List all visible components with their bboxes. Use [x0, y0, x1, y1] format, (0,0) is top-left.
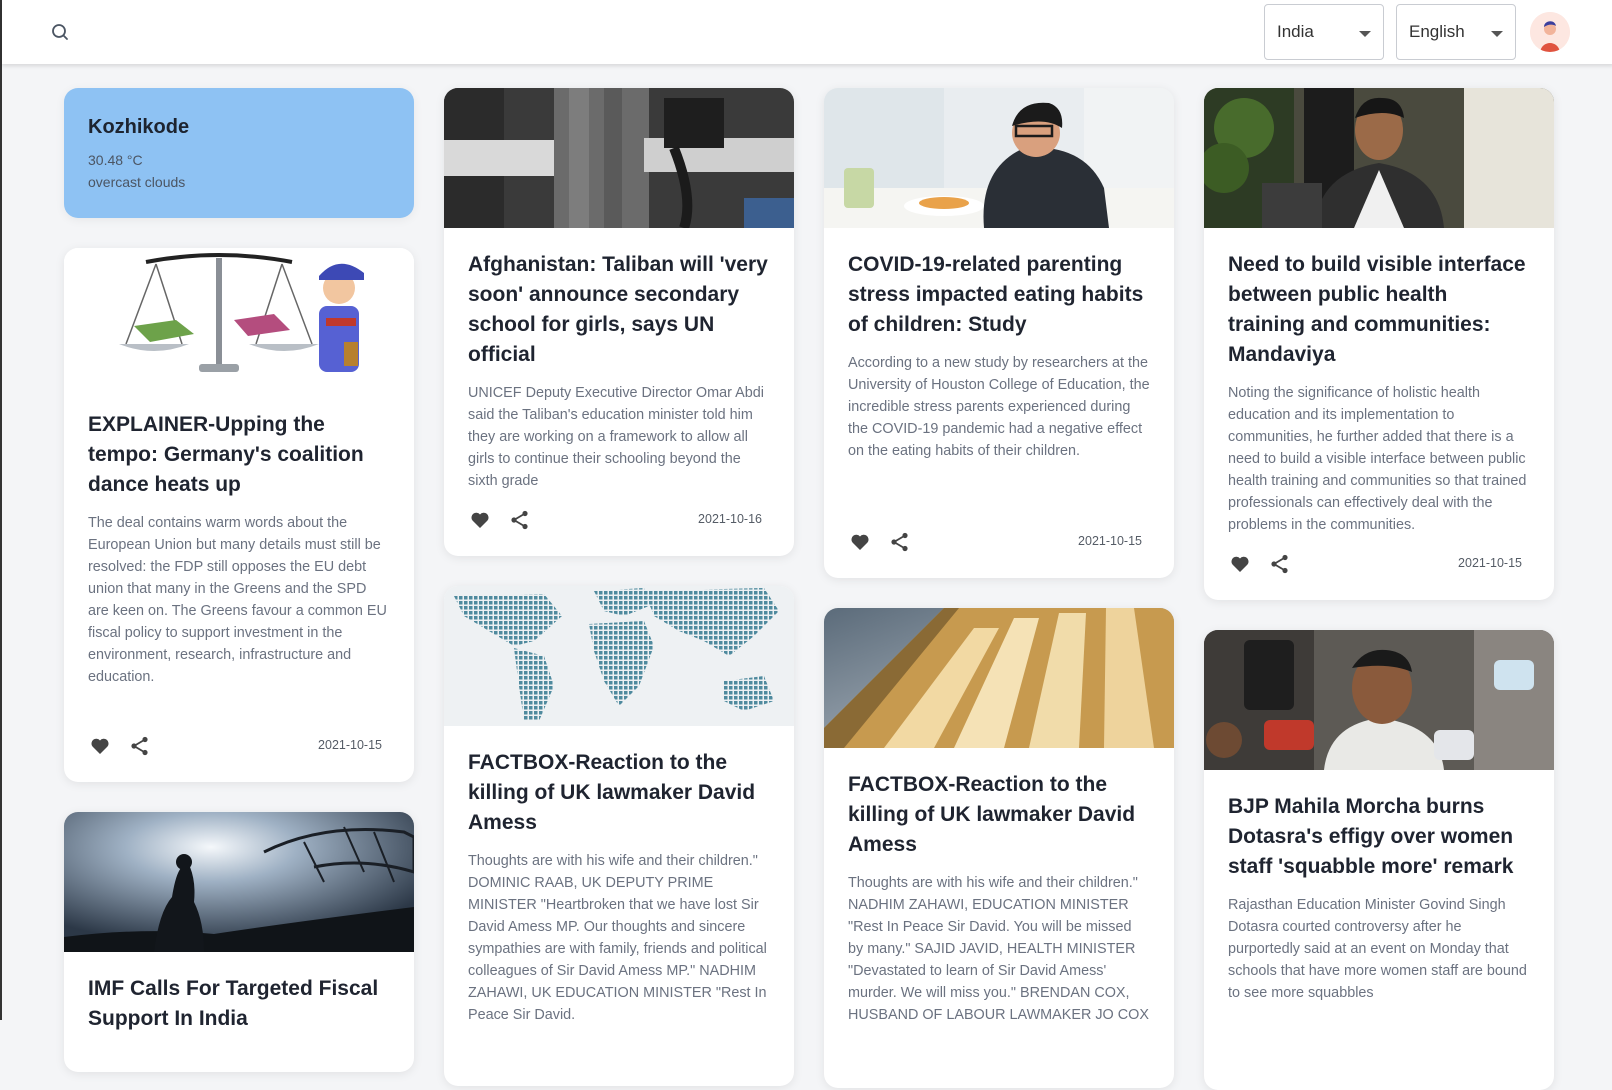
weather-description: overcast clouds [88, 174, 186, 190]
chevron-down-icon [1491, 31, 1503, 37]
article-body: Afghanistan: Taliban will 'very soon' an… [468, 250, 770, 492]
article-image [1204, 88, 1554, 228]
news-card[interactable]: EXPLAINER-Upping the tempo: Germany's co… [64, 248, 414, 782]
article-body: COVID-19-related parenting stress impact… [848, 250, 1150, 462]
article-footer: 2021-10-16 [468, 508, 762, 532]
article-image [1204, 630, 1554, 770]
heart-icon[interactable] [1228, 552, 1252, 576]
weather-city: Kozhikode [88, 116, 190, 138]
article-footer: 2021-10-15 [848, 530, 1142, 554]
article-date: 2021-10-15 [1458, 556, 1522, 570]
language-select[interactable]: English [1396, 4, 1516, 60]
article-excerpt: Rajasthan Education Minister Govind Sing… [1228, 897, 1527, 1001]
weather-temperature: 30.48 °C [88, 152, 143, 168]
news-card[interactable]: BJP Mahila Morcha burns Dotasra's effigy… [1204, 630, 1554, 1090]
country-select[interactable]: India [1264, 4, 1384, 60]
article-title[interactable]: Need to build visible interface between … [1228, 250, 1530, 370]
article-title[interactable]: IMF Calls For Targeted Fiscal Support In… [88, 974, 390, 1034]
article-image [824, 88, 1174, 228]
article-date: 2021-10-15 [318, 738, 382, 752]
article-image [444, 88, 794, 228]
article-image [824, 608, 1174, 748]
article-image [64, 248, 414, 388]
news-card[interactable]: Need to build visible interface between … [1204, 88, 1554, 600]
share-icon[interactable] [888, 530, 912, 554]
news-card[interactable]: FACTBOX-Reaction to the killing of UK la… [824, 608, 1174, 1088]
share-icon[interactable] [508, 508, 532, 532]
country-select-value: India [1277, 22, 1314, 41]
share-icon[interactable] [128, 734, 152, 758]
article-body: FACTBOX-Reaction to the killing of UK la… [848, 770, 1150, 1026]
article-date: 2021-10-15 [1078, 534, 1142, 548]
article-date: 2021-10-16 [698, 512, 762, 526]
news-card[interactable]: FACTBOX-Reaction to the killing of UK la… [444, 586, 794, 1086]
article-footer: 2021-10-15 [1228, 552, 1522, 576]
chevron-down-icon [1359, 31, 1371, 37]
article-body: IMF Calls For Targeted Fiscal Support In… [88, 974, 390, 1034]
article-body: EXPLAINER-Upping the tempo: Germany's co… [88, 410, 390, 688]
article-excerpt: According to a new study by researchers … [848, 355, 1150, 459]
article-image [444, 586, 794, 726]
article-body: FACTBOX-Reaction to the killing of UK la… [468, 748, 770, 1026]
heart-icon[interactable] [88, 734, 112, 758]
top-bar: India English [2, 0, 1612, 64]
heart-icon[interactable] [468, 508, 492, 532]
article-body: BJP Mahila Morcha burns Dotasra's effigy… [1228, 792, 1530, 1004]
news-card[interactable]: Afghanistan: Taliban will 'very soon' an… [444, 88, 794, 556]
article-title[interactable]: EXPLAINER-Upping the tempo: Germany's co… [88, 410, 390, 500]
weather-card: Kozhikode 30.48 °C overcast clouds [64, 88, 414, 218]
article-body: Need to build visible interface between … [1228, 250, 1530, 536]
article-title[interactable]: FACTBOX-Reaction to the killing of UK la… [848, 770, 1150, 860]
language-select-value: English [1409, 22, 1465, 41]
user-avatar[interactable] [1530, 12, 1570, 52]
share-icon[interactable] [1268, 552, 1292, 576]
article-title[interactable]: BJP Mahila Morcha burns Dotasra's effigy… [1228, 792, 1530, 882]
news-card[interactable]: COVID-19-related parenting stress impact… [824, 88, 1174, 578]
article-footer: 2021-10-15 [88, 734, 382, 758]
article-title[interactable]: Afghanistan: Taliban will 'very soon' an… [468, 250, 770, 370]
article-title[interactable]: FACTBOX-Reaction to the killing of UK la… [468, 748, 770, 838]
article-excerpt: Thoughts are with his wife and their chi… [468, 853, 767, 1023]
article-excerpt: Noting the significance of holistic heal… [1228, 385, 1527, 533]
article-excerpt: The deal contains warm words about the E… [88, 515, 387, 685]
news-card[interactable]: IMF Calls For Targeted Fiscal Support In… [64, 812, 414, 1072]
article-image [64, 812, 414, 952]
article-excerpt: Thoughts are with his wife and their chi… [848, 875, 1149, 1023]
search-icon[interactable] [48, 20, 72, 44]
heart-icon[interactable] [848, 530, 872, 554]
article-excerpt: UNICEF Deputy Executive Director Omar Ab… [468, 385, 764, 489]
article-title[interactable]: COVID-19-related parenting stress impact… [848, 250, 1150, 340]
